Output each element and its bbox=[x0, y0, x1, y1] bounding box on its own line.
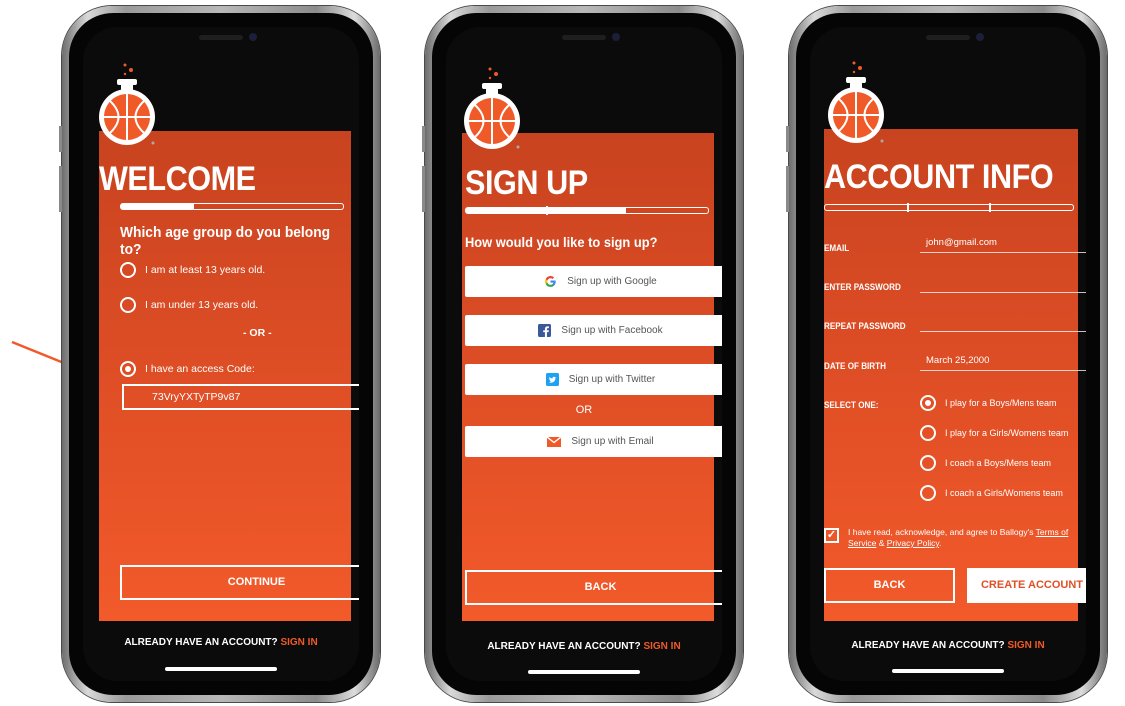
role-option-boys-player[interactable]: I play for a Boys/Mens team bbox=[920, 395, 1057, 411]
age-question: Which age group do you belong to? bbox=[120, 224, 331, 258]
continue-button[interactable]: CONTINUE bbox=[120, 565, 359, 600]
twitter-label: Sign up with Twitter bbox=[568, 374, 656, 385]
terms-checkbox[interactable]: ✓ bbox=[824, 528, 839, 543]
radio-age-under-13[interactable]: I am under 13 years old. bbox=[120, 297, 258, 313]
radio-age-13-plus[interactable]: I am at least 13 years old. bbox=[120, 262, 265, 278]
back-button[interactable]: BACK bbox=[824, 568, 955, 603]
home-indicator[interactable] bbox=[892, 669, 1004, 673]
twitter-icon bbox=[545, 373, 559, 386]
envelope-icon bbox=[547, 436, 562, 447]
home-indicator[interactable] bbox=[528, 670, 640, 674]
google-icon bbox=[544, 275, 557, 288]
radio-label: I coach a Boys/Mens team bbox=[945, 458, 1052, 468]
ballogy-logo-icon bbox=[99, 63, 155, 145]
signup-screen: SIGN UP How would you like to sign up? S… bbox=[446, 27, 722, 681]
password-label: ENTER PASSWORD bbox=[824, 282, 901, 292]
email-label: EMAIL bbox=[824, 243, 850, 253]
radio-circle-selected[interactable] bbox=[920, 395, 936, 411]
radio-access-code[interactable]: I have an access Code: bbox=[120, 361, 255, 377]
terms-amp: & bbox=[878, 538, 885, 548]
or-divider: - OR - bbox=[243, 327, 272, 339]
role-option-boys-coach[interactable]: I coach a Boys/Mens team bbox=[920, 455, 1051, 471]
radio-label: I am at least 13 years old. bbox=[145, 264, 266, 276]
email-field[interactable]: john@gmail.com bbox=[920, 237, 1086, 253]
radio-circle[interactable] bbox=[920, 425, 936, 441]
facebook-icon bbox=[538, 324, 552, 337]
signin-link[interactable]: SIGN IN bbox=[280, 637, 317, 648]
dob-label: DATE OF BIRTH bbox=[824, 361, 886, 371]
phone-welcome: WELCOME Which age group do you belong to… bbox=[59, 6, 380, 702]
back-button[interactable]: BACK bbox=[465, 570, 722, 605]
or-divider: OR bbox=[575, 404, 593, 416]
repeat-password-field[interactable] bbox=[920, 316, 1086, 332]
google-signup-button[interactable]: Sign up with Google bbox=[465, 266, 722, 297]
ballogy-logo-icon bbox=[828, 61, 884, 143]
progress-bar bbox=[120, 203, 344, 210]
welcome-screen: WELCOME Which age group do you belong to… bbox=[83, 27, 359, 681]
role-option-girls-player[interactable]: I play for a Girls/Womens team bbox=[920, 425, 1068, 441]
radio-circle[interactable] bbox=[920, 485, 936, 501]
facebook-label: Sign up with Facebook bbox=[561, 325, 663, 336]
progress-bar bbox=[465, 206, 709, 215]
ballogy-logo-icon bbox=[464, 67, 520, 149]
radio-label: I coach a Girls/Womens team bbox=[945, 488, 1063, 498]
facebook-signup-button[interactable]: Sign up with Facebook bbox=[465, 315, 722, 346]
access-code-input[interactable]: 73VryYXTyTP9v87 bbox=[122, 384, 359, 410]
email-signup-button[interactable]: Sign up with Email bbox=[465, 426, 722, 457]
email-label: Sign up with Email bbox=[571, 436, 654, 447]
phone-signup: SIGN UP How would you like to sign up? S… bbox=[422, 6, 743, 702]
privacy-policy-link[interactable]: Privacy Policy bbox=[887, 538, 939, 548]
radio-label: I am under 13 years old. bbox=[145, 299, 259, 311]
terms-period: . bbox=[939, 538, 942, 548]
page-title: WELCOME bbox=[99, 160, 256, 198]
google-label: Sign up with Google bbox=[567, 276, 657, 287]
twitter-signup-button[interactable]: Sign up with Twitter bbox=[465, 364, 722, 395]
terms-text: I have read, acknowledge, and agree to B… bbox=[848, 527, 1086, 549]
radio-circle[interactable] bbox=[120, 297, 136, 313]
radio-label: I play for a Boys/Mens team bbox=[945, 398, 1057, 408]
signin-link[interactable]: SIGN IN bbox=[1007, 640, 1044, 651]
radio-circle-selected[interactable] bbox=[120, 361, 136, 377]
footer-text: ALREADY HAVE AN ACCOUNT? bbox=[851, 640, 1005, 651]
signin-footer: ALREADY HAVE AN ACCOUNT? SIGN IN bbox=[83, 637, 359, 648]
radio-circle[interactable] bbox=[120, 262, 136, 278]
select-one-label: SELECT ONE: bbox=[824, 400, 879, 410]
progress-bar bbox=[824, 203, 1074, 212]
radio-label: I play for a Girls/Womens team bbox=[945, 428, 1069, 438]
terms-intro: I have read, acknowledge, and agree to B… bbox=[848, 527, 1034, 537]
signin-link[interactable]: SIGN IN bbox=[643, 641, 680, 652]
radio-label: I have an access Code: bbox=[145, 363, 255, 375]
phone-account-info: ACCOUNT INFO EMAIL john@gmail.com ENTER … bbox=[786, 6, 1107, 702]
page-title: ACCOUNT INFO bbox=[824, 158, 1054, 196]
role-option-girls-coach[interactable]: I coach a Girls/Womens team bbox=[920, 485, 1063, 501]
repeat-password-label: REPEAT PASSWORD bbox=[824, 321, 906, 331]
signin-footer: ALREADY HAVE AN ACCOUNT? SIGN IN bbox=[810, 640, 1086, 651]
signup-question: How would you like to sign up? bbox=[465, 234, 658, 250]
password-field[interactable] bbox=[920, 277, 1086, 293]
account-screen: ACCOUNT INFO EMAIL john@gmail.com ENTER … bbox=[810, 27, 1086, 681]
signin-footer: ALREADY HAVE AN ACCOUNT? SIGN IN bbox=[446, 641, 722, 652]
home-indicator[interactable] bbox=[165, 667, 277, 671]
footer-text: ALREADY HAVE AN ACCOUNT? bbox=[124, 637, 278, 648]
dob-field[interactable]: March 25,2000 bbox=[920, 355, 1086, 371]
radio-circle[interactable] bbox=[920, 455, 936, 471]
create-account-button[interactable]: CREATE ACCOUNT bbox=[967, 568, 1086, 603]
page-title: SIGN UP bbox=[465, 164, 588, 202]
footer-text: ALREADY HAVE AN ACCOUNT? bbox=[487, 641, 641, 652]
